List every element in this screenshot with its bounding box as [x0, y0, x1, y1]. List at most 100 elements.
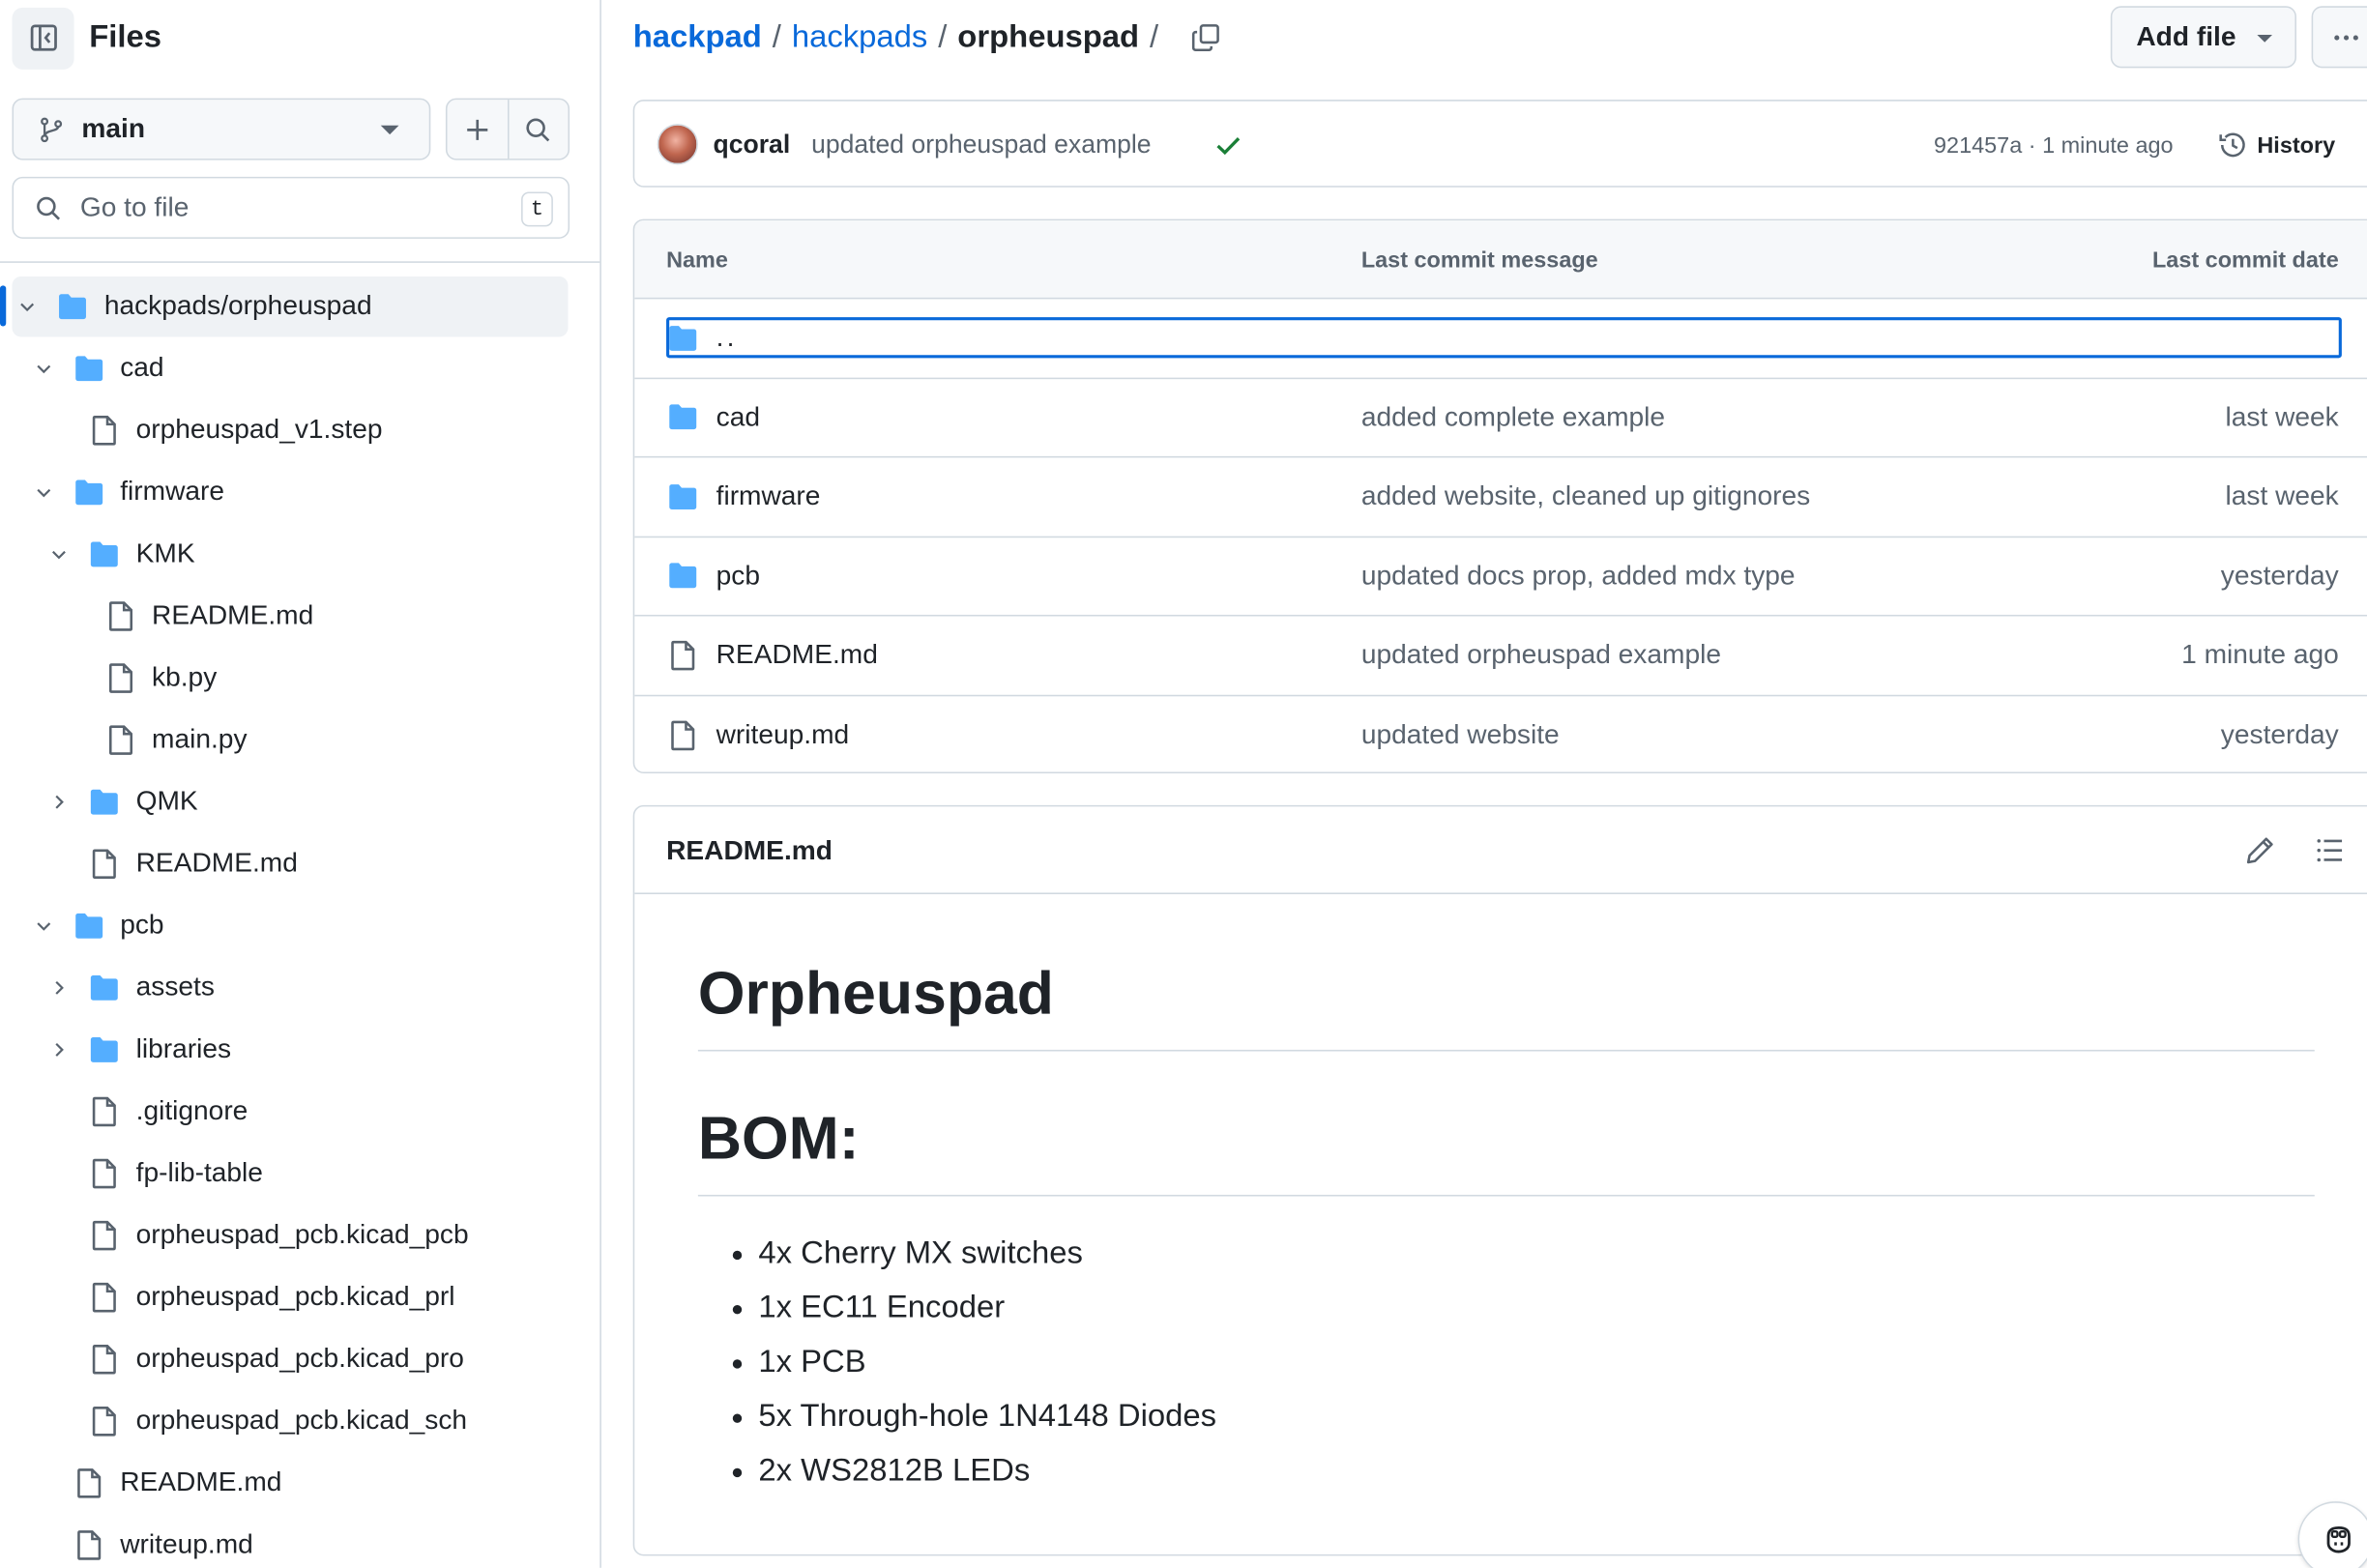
check-icon[interactable] — [1213, 130, 1243, 160]
commit-date: 1 minute ago — [2181, 639, 2339, 670]
focus-ring — [666, 317, 2342, 359]
chevron-right-icon[interactable] — [48, 956, 70, 1018]
table-row-folder[interactable]: cad added complete example last week — [634, 378, 2367, 458]
folder-icon — [666, 537, 699, 614]
chevron-down-icon[interactable] — [33, 894, 54, 956]
commit-message-link[interactable]: added website, cleaned up gitignores — [1361, 457, 1810, 535]
folder-icon — [88, 1018, 121, 1080]
caret-down-icon — [380, 125, 399, 135]
chevron-down-icon[interactable] — [48, 523, 70, 585]
tree-item-label: KMK — [135, 537, 195, 568]
tree-item-label: libraries — [135, 1032, 232, 1063]
chevron-right-icon[interactable] — [48, 770, 70, 832]
copilot-button[interactable] — [2297, 1501, 2367, 1568]
branch-selector[interactable]: main — [12, 98, 431, 160]
breadcrumb-separator: / — [1150, 19, 1159, 55]
table-row-file[interactable]: writeup.md updated website yesterday — [634, 696, 2367, 772]
file-icon — [103, 647, 136, 709]
chevron-down-icon[interactable] — [33, 336, 54, 398]
divider — [0, 261, 600, 263]
sidebar-collapse-button[interactable] — [12, 7, 74, 70]
chevron-down-icon[interactable] — [33, 461, 54, 523]
tree-file-item[interactable]: fp-lib-table — [0, 1142, 599, 1204]
tree-folder-item[interactable]: pcb — [0, 894, 599, 956]
commit-date: yesterday — [2220, 560, 2339, 591]
commit-message-link[interactable]: added complete example — [1361, 378, 1665, 455]
commit-date: last week — [2225, 401, 2339, 432]
tree-folder-item[interactable]: cad — [0, 336, 599, 398]
parent-directory-row[interactable]: .. — [634, 299, 2367, 379]
file-icon — [666, 696, 699, 772]
breadcrumb: hackpad / hackpads / orpheuspad / — [633, 13, 1221, 64]
history-button[interactable]: History — [2218, 102, 2335, 189]
tree-file-item[interactable]: orpheuspad_pcb.kicad_pro — [0, 1327, 599, 1389]
chevron-down-icon[interactable] — [16, 275, 38, 336]
tree-folder-item[interactable]: KMK — [0, 523, 599, 585]
breadcrumb-current: orpheuspad — [957, 19, 1140, 55]
selection-indicator — [0, 285, 7, 327]
table-row-folder[interactable]: pcb updated docs prop, added mdx type yest… — [634, 537, 2367, 617]
breadcrumb-folder-link[interactable]: hackpads — [792, 19, 927, 56]
commit-author[interactable]: qcoral — [714, 102, 791, 189]
commit-message-link[interactable]: updated orpheuspad example — [1361, 617, 1721, 694]
file-name-link[interactable]: writeup.md — [716, 696, 850, 772]
table-row-folder[interactable]: firmware added website, cleaned up gitign… — [634, 457, 2367, 537]
file-icon — [88, 832, 121, 894]
history-label: History — [2257, 131, 2336, 159]
tree-folder-item[interactable]: QMK — [0, 770, 599, 832]
tree-actions — [445, 98, 570, 160]
add-file-dropdown[interactable]: Add file — [2110, 6, 2296, 69]
readme-heading-1: Orpheuspad — [697, 960, 1054, 1028]
tree-file-item[interactable]: README.md — [0, 832, 599, 894]
tree-file-item[interactable]: orpheuspad_pcb.kicad_pcb — [0, 1204, 599, 1265]
commit-message-link[interactable]: updated docs prop, added mdx type — [1361, 537, 1796, 614]
file-icon — [88, 1390, 121, 1452]
folder-icon — [88, 523, 121, 585]
commit-message[interactable]: updated orpheuspad example — [811, 102, 1151, 189]
more-options-button[interactable] — [2311, 6, 2367, 69]
tree-file-item[interactable]: writeup.md — [0, 1514, 599, 1568]
file-name-link[interactable]: firmware — [716, 457, 821, 535]
list-unordered-icon[interactable] — [2315, 835, 2345, 865]
parent-directory-link[interactable]: .. — [716, 317, 738, 358]
bom-list-item: 1x EC11 Encoder — [728, 1281, 1216, 1335]
tree-file-item[interactable]: README.md — [0, 585, 599, 647]
history-icon — [2219, 132, 2245, 158]
add-file-button[interactable] — [448, 100, 508, 159]
file-name-link[interactable]: README.md — [716, 617, 878, 694]
file-name-link[interactable]: pcb — [716, 537, 760, 614]
search-code-button[interactable] — [507, 100, 568, 160]
file-tree: hackpads/orpheuspad cad orpheuspad_v1.step… — [0, 275, 599, 1568]
tree-file-item[interactable]: .gitignore — [0, 1080, 599, 1142]
tree-item-label: orpheuspad_pcb.kicad_prl — [135, 1281, 455, 1312]
file-icon — [88, 1080, 121, 1142]
copy-path-button[interactable] — [1190, 22, 1220, 52]
commit-sha-time[interactable]: 921457a · 1 minute ago — [1934, 102, 2174, 189]
tree-file-item[interactable]: main.py — [0, 709, 599, 770]
breadcrumb-repo-link[interactable]: hackpad — [633, 19, 762, 56]
table-row-file[interactable]: README.md updated orpheuspad example 1 min… — [634, 617, 2367, 696]
tree-file-item[interactable]: README.md — [0, 1452, 599, 1514]
chevron-right-icon[interactable] — [48, 1018, 70, 1080]
avatar[interactable] — [657, 124, 698, 165]
column-header-message: Last commit message — [1360, 247, 1598, 274]
tree-item-label: firmware — [120, 476, 225, 507]
tree-file-item[interactable]: kb.py — [0, 647, 599, 709]
commit-date: yesterday — [2220, 719, 2339, 750]
tree-folder-item[interactable]: assets — [0, 956, 599, 1018]
tree-folder-item[interactable]: firmware — [0, 461, 599, 523]
tree-file-item[interactable]: orpheuspad_pcb.kicad_sch — [0, 1390, 599, 1452]
readme-title[interactable]: README.md — [666, 806, 833, 894]
tree-folder-item[interactable]: libraries — [0, 1018, 599, 1080]
tree-folder-item[interactable]: hackpads/orpheuspad — [0, 275, 599, 337]
tree-file-item[interactable]: orpheuspad_v1.step — [0, 399, 599, 461]
bom-list-item: 4x Cherry MX switches — [728, 1227, 1216, 1281]
pencil-icon[interactable] — [2245, 835, 2275, 865]
commit-message-link[interactable]: updated website — [1361, 696, 1560, 772]
readme-header: README.md — [634, 806, 2367, 894]
table-header: Name Last commit message Last commit dat… — [634, 220, 2367, 300]
go-to-file-input[interactable]: Go to file t — [12, 176, 570, 239]
file-icon — [103, 585, 136, 647]
file-name-link[interactable]: cad — [716, 378, 760, 455]
tree-file-item[interactable]: orpheuspad_pcb.kicad_prl — [0, 1265, 599, 1327]
